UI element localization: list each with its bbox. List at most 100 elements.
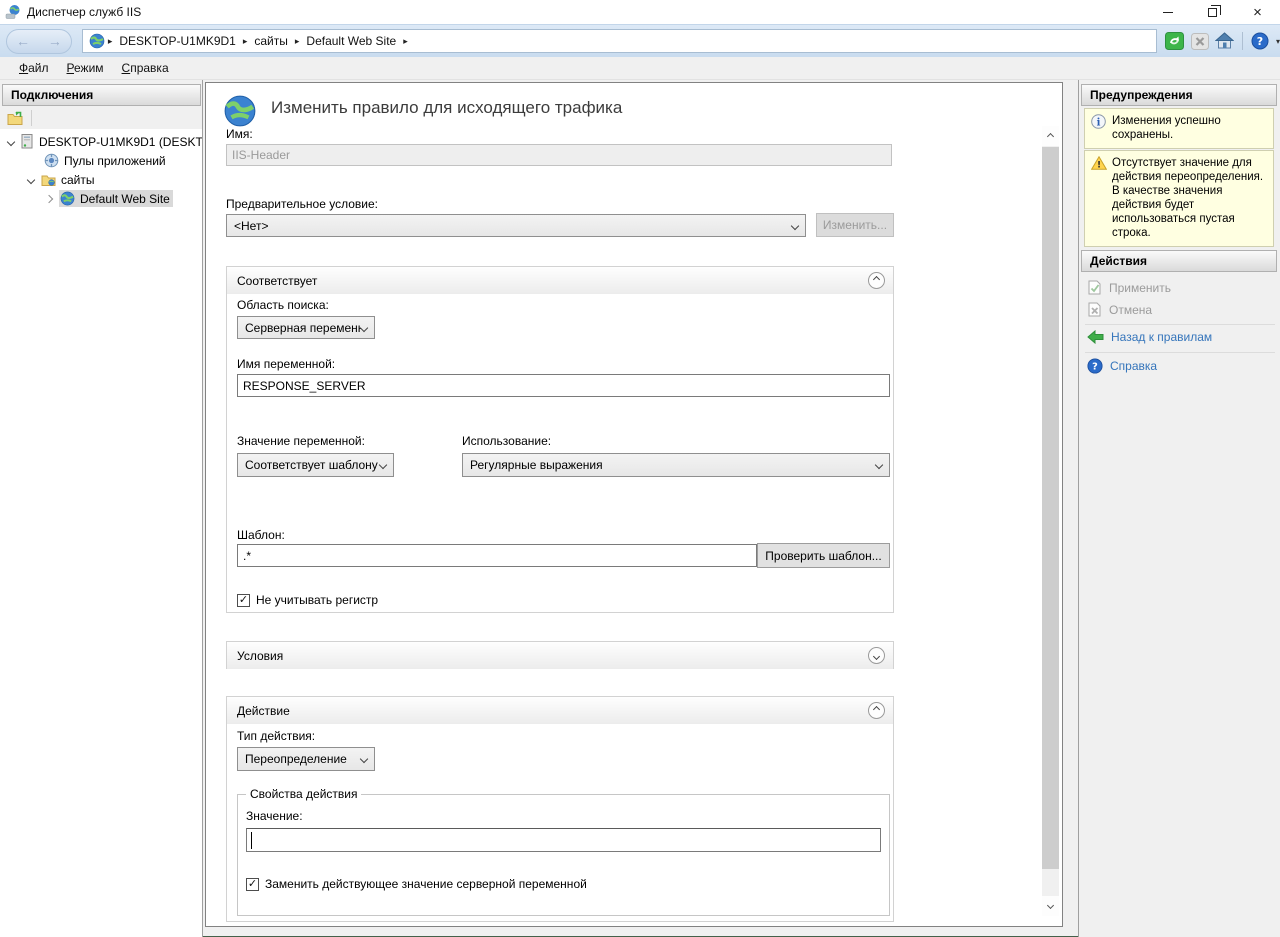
checkbox-checked-icon: ✓ (237, 594, 250, 607)
cancel-label: Отмена (1109, 303, 1152, 317)
tree-expander-expanded-icon[interactable] (27, 175, 35, 183)
breadcrumb-expander-icon[interactable]: ▸ (295, 36, 300, 47)
value-label: Значение: (246, 809, 303, 823)
close-icon: × (1253, 4, 1262, 21)
scroll-down-button[interactable] (1042, 896, 1059, 916)
connections-header: Подключения (2, 84, 201, 106)
usage-select[interactable]: Регулярные выражения (462, 453, 890, 477)
minimize-icon (1163, 12, 1173, 13)
tree-item-label: Default Web Site (80, 192, 170, 206)
svg-text:i: i (1097, 117, 1101, 128)
tree-item-app-pools[interactable]: Пулы приложений (44, 151, 166, 170)
replace-value-checkbox[interactable]: ✓ Заменить действующее значение серверно… (246, 877, 587, 891)
chevron-up-icon (1047, 132, 1054, 139)
scrollbar-thumb[interactable] (1042, 147, 1059, 869)
address-bar: ← → ▸ DESKTOP-U1MK9D1 ▸ сайты ▸ Default … (0, 24, 1280, 57)
pattern-input[interactable] (237, 544, 757, 567)
variable-name-input[interactable] (237, 374, 890, 397)
expand-section-button[interactable] (868, 647, 885, 664)
chevron-down-icon (875, 461, 883, 469)
chevron-down-icon (379, 461, 387, 469)
chevron-up-icon (873, 276, 880, 283)
chevron-down-icon (873, 653, 880, 660)
home-button[interactable] (1215, 32, 1235, 51)
tree-expander-collapsed-icon[interactable] (45, 194, 53, 202)
help-dropdown-caret-icon[interactable]: ▾ (1276, 37, 1280, 46)
variable-name-label: Имя переменной: (237, 357, 335, 371)
menu-help[interactable]: Справка (113, 58, 178, 78)
collapse-section-button[interactable] (868, 702, 885, 719)
apply-icon (1087, 280, 1102, 295)
collapse-section-button[interactable] (868, 272, 885, 289)
precondition-value: <Нет> (234, 219, 792, 233)
edit-precondition-button: Изменить... (816, 213, 894, 237)
menu-file[interactable]: Файл (10, 58, 58, 78)
window-title: Диспетчер служб IIS (27, 5, 141, 19)
tree-item-server[interactable]: DESKTOP-U1MK9D1 (DESKTOP (8, 132, 202, 151)
action-type-value: Переопределение (245, 752, 361, 766)
close-button[interactable]: × (1235, 0, 1280, 24)
back-to-rules-action[interactable]: Назад к правилам (1087, 330, 1212, 344)
sites-folder-icon (41, 173, 56, 187)
page-title: Изменить правило для исходящего трафика (271, 98, 622, 118)
action-section-title: Действие (237, 704, 290, 718)
restore-button[interactable] (1190, 0, 1235, 24)
menu-view[interactable]: Режим (58, 58, 113, 78)
save-connection-folder-icon[interactable] (7, 111, 23, 126)
minimize-button[interactable] (1145, 0, 1190, 24)
vertical-scrollbar[interactable] (1042, 126, 1059, 916)
action-section-header[interactable]: Действие (227, 697, 893, 724)
action-properties-group: Свойства действия Значение: ✓ Заменить д… (237, 794, 890, 916)
test-pattern-button[interactable]: Проверить шаблон... (757, 543, 890, 568)
help-button[interactable]: ? (1250, 32, 1270, 51)
action-type-select[interactable]: Переопределение (237, 747, 375, 771)
conditions-section-header[interactable]: Условия (227, 642, 893, 669)
breadcrumb-item-sites[interactable]: сайты (254, 34, 288, 48)
connections-tree: DESKTOP-U1MK9D1 (DESKTOP Пулы приложений (0, 129, 202, 937)
tree-item-sites[interactable]: сайты (28, 170, 95, 189)
help-icon: ? (1251, 32, 1269, 50)
text-caret (251, 832, 252, 849)
stop-icon-disabled (1191, 33, 1209, 50)
right-panel: Предупреждения i Изменения успешно сохра… (1078, 80, 1280, 937)
breadcrumb-expander-icon[interactable]: ▸ (403, 36, 408, 47)
back-to-rules-label: Назад к правилам (1111, 330, 1212, 344)
rule-name-input (226, 144, 892, 166)
scope-label: Область поиска: (237, 298, 329, 312)
breadcrumb-item-server[interactable]: DESKTOP-U1MK9D1 (119, 34, 235, 48)
help-action[interactable]: ? Справка (1087, 358, 1157, 374)
application-pools-icon (44, 153, 59, 168)
scope-select[interactable]: Серверная переменн (237, 316, 375, 339)
back-arrow-icon (1087, 330, 1104, 344)
title-bar: Диспетчер служб IIS × (0, 0, 1280, 24)
tree-item-label: сайты (61, 173, 95, 187)
ignore-case-checkbox[interactable]: ✓ Не учитывать регистр (237, 593, 378, 607)
breadcrumb-item-default-web-site[interactable]: Default Web Site (306, 34, 396, 48)
scroll-up-button[interactable] (1042, 126, 1059, 146)
toolbar-divider (1242, 32, 1243, 50)
replace-value-label: Заменить действующее значение серверной … (265, 877, 587, 891)
breadcrumb: ▸ DESKTOP-U1MK9D1 ▸ сайты ▸ Default Web … (82, 29, 1157, 53)
conditions-section: Условия (226, 641, 894, 669)
back-button: ← (16, 33, 30, 49)
tree-item-default-web-site[interactable]: Default Web Site (46, 189, 173, 208)
pattern-label: Шаблон: (237, 528, 285, 542)
value-type-select[interactable]: Соответствует шаблону (237, 453, 394, 477)
svg-text:?: ? (1257, 35, 1263, 48)
tree-expander-expanded-icon[interactable] (7, 137, 15, 145)
actions-divider (1085, 324, 1275, 325)
toolbar-divider (31, 110, 32, 126)
selected-tree-item[interactable]: Default Web Site (59, 190, 173, 207)
match-section-header[interactable]: Соответствует (227, 267, 893, 294)
info-icon: i (1091, 114, 1106, 129)
ignore-case-label: Не учитывать регистр (256, 593, 378, 607)
match-section: Соответствует Область поиска: Серверная … (226, 266, 894, 613)
actions-header: Действия (1081, 250, 1277, 272)
action-value-input[interactable] (246, 828, 881, 852)
precondition-select[interactable]: <Нет> (226, 214, 806, 237)
refresh-button[interactable] (1165, 32, 1185, 51)
connections-toolbar (2, 107, 201, 129)
server-icon (21, 134, 34, 149)
breadcrumb-expander-icon[interactable]: ▸ (108, 36, 113, 47)
breadcrumb-expander-icon[interactable]: ▸ (243, 36, 248, 47)
